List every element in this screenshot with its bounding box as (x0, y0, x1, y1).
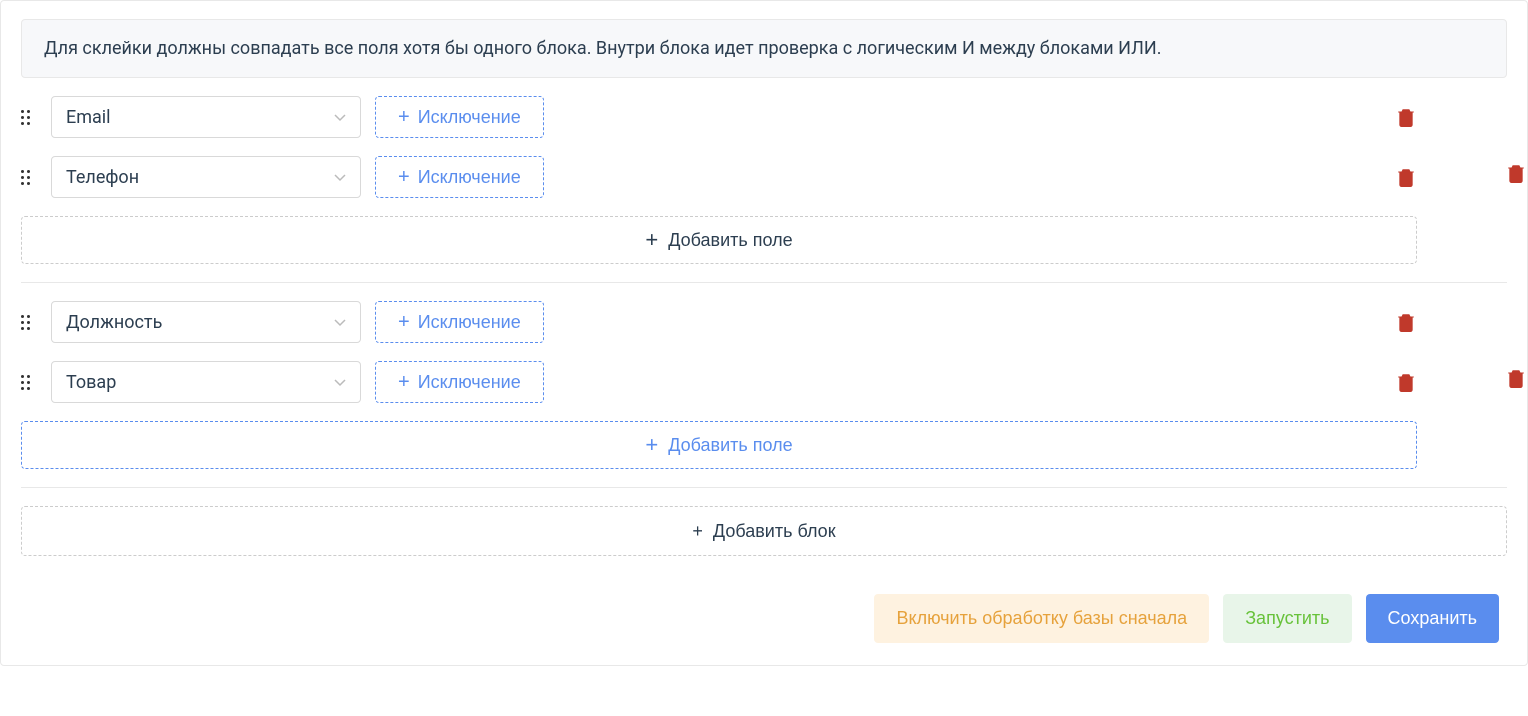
block-2: Должность + Исключение (1, 301, 1527, 469)
block-2-fields: Должность + Исключение (21, 301, 1507, 469)
chevron-down-icon (334, 111, 346, 123)
add-block-label: Добавить блок (713, 521, 836, 542)
block-1: Email + Исключение (1, 96, 1527, 264)
field-select[interactable]: Телефон (51, 156, 361, 198)
field-row: Должность + Исключение (21, 301, 1417, 343)
chevron-down-icon (334, 316, 346, 328)
add-exception-button[interactable]: + Исключение (375, 156, 544, 198)
add-block-button[interactable]: + Добавить блок (21, 506, 1507, 556)
info-text: Для склейки должны совпадать все поля хо… (44, 38, 1161, 59)
footer-actions: Включить обработку базы сначала Запустит… (1, 576, 1527, 665)
plus-icon: + (398, 371, 410, 394)
plus-icon: + (645, 432, 658, 458)
reset-label: Включить обработку базы сначала (896, 608, 1187, 628)
plus-icon: + (645, 227, 658, 253)
exception-label: Исключение (418, 312, 521, 333)
delete-field-button[interactable] (1395, 106, 1417, 128)
plus-icon: + (398, 311, 410, 334)
delete-field-button[interactable] (1395, 166, 1417, 188)
trash-icon (1397, 107, 1415, 127)
trash-icon (1397, 372, 1415, 392)
drag-handle-icon[interactable] (21, 375, 37, 390)
trash-icon (1507, 163, 1525, 183)
trash-icon (1397, 312, 1415, 332)
run-button[interactable]: Запустить (1223, 594, 1351, 643)
plus-icon: + (398, 166, 410, 189)
block-divider (21, 487, 1507, 488)
field-value: Должность (66, 312, 162, 333)
field-value: Email (66, 107, 111, 128)
delete-field-button[interactable] (1395, 311, 1417, 333)
delete-block-button[interactable] (1505, 162, 1527, 184)
plus-icon: + (398, 106, 410, 129)
save-button[interactable]: Сохранить (1366, 594, 1499, 643)
block-1-fields: Email + Исключение (21, 96, 1507, 264)
field-row: Email + Исключение (21, 96, 1417, 138)
field-value: Товар (66, 372, 116, 393)
add-field-label: Добавить поле (668, 230, 792, 251)
drag-handle-icon[interactable] (21, 110, 37, 125)
field-select[interactable]: Товар (51, 361, 361, 403)
plus-icon: + (692, 521, 703, 542)
delete-block-button[interactable] (1505, 367, 1527, 389)
exception-label: Исключение (418, 372, 521, 393)
chevron-down-icon (334, 171, 346, 183)
exception-label: Исключение (418, 167, 521, 188)
exception-label: Исключение (418, 107, 521, 128)
drag-handle-icon[interactable] (21, 170, 37, 185)
field-value: Телефон (66, 167, 139, 188)
add-exception-button[interactable]: + Исключение (375, 361, 544, 403)
reset-processing-button[interactable]: Включить обработку базы сначала (874, 594, 1209, 643)
add-field-label: Добавить поле (668, 435, 792, 456)
field-row: Товар + Исключение (21, 361, 1417, 403)
drag-handle-icon[interactable] (21, 315, 37, 330)
add-field-button[interactable]: + Добавить поле (21, 216, 1417, 264)
main-container: Для склейки должны совпадать все поля хо… (0, 0, 1528, 666)
field-select[interactable]: Должность (51, 301, 361, 343)
add-exception-button[interactable]: + Исключение (375, 301, 544, 343)
trash-icon (1397, 167, 1415, 187)
run-label: Запустить (1245, 608, 1329, 628)
trash-icon (1507, 368, 1525, 388)
delete-field-button[interactable] (1395, 371, 1417, 393)
field-select[interactable]: Email (51, 96, 361, 138)
info-banner: Для склейки должны совпадать все поля хо… (21, 19, 1507, 78)
save-label: Сохранить (1388, 608, 1477, 628)
add-exception-button[interactable]: + Исключение (375, 96, 544, 138)
block-divider (21, 282, 1507, 283)
chevron-down-icon (334, 376, 346, 388)
add-field-button[interactable]: + Добавить поле (21, 421, 1417, 469)
field-row: Телефон + Исключение (21, 156, 1417, 198)
